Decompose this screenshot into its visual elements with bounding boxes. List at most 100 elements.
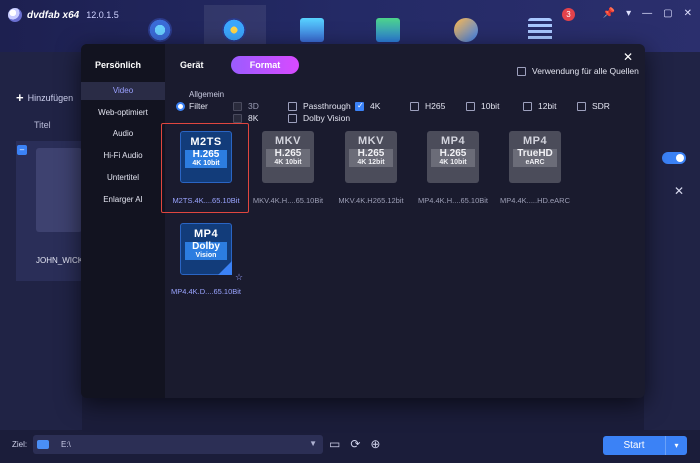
add-button[interactable]: + Hinzufügen [16,90,73,105]
format-container: MKV [275,135,301,147]
sidebar-item-web-optimized[interactable]: Web-optimiert [81,104,165,122]
format-card-mkv-h265-4k-12bit[interactable]: MKV H.265 4K 12bit [345,131,397,183]
filter-radio-button[interactable] [176,101,185,111]
format-spec: 4K 10bit [185,160,227,168]
window-close-icon[interactable]: ✕ [684,8,692,19]
filter-label: Filter [189,101,208,111]
rocket-icon[interactable] [454,18,478,42]
copy-disc-icon[interactable] [148,18,172,42]
apply-all-box[interactable] [517,66,526,76]
add-button-label: Hinzufügen [27,92,74,103]
converter-disc-icon[interactable] [222,18,246,42]
title-column-header: Titel [34,120,51,130]
tab-format[interactable]: Format [231,56,299,74]
source-thumbnail [36,148,82,232]
section-general: Allgemein [189,90,225,99]
format-card-mp4-h265-4k-10bit[interactable]: MP4 H.265 4K 10bit [427,131,479,183]
refresh-icon[interactable]: ⟳ [350,437,360,451]
app-logo: dvdfab x64 12.0.1.5 [8,8,119,22]
option-passthrough-label: Passthrough [303,101,351,111]
folder-icon [37,440,49,449]
format-codec: Dolby [185,242,227,252]
source-toggle[interactable] [662,152,686,164]
profile-dialog: Persönlich Video Web-optimiert Audio Hi-… [81,44,645,398]
corner-tag-icon [218,261,232,275]
apply-all-checkbox[interactable]: Verwendung für alle Quellen [517,66,639,76]
minimize-icon[interactable]: — [642,8,652,19]
option-8k[interactable]: 8K [233,113,258,123]
video-film-icon[interactable] [300,18,324,42]
close-icon[interactable]: ✕ [623,50,633,64]
notification-badge[interactable]: 3 [562,8,575,21]
option-3d-label: 3D [248,101,259,111]
open-folder-icon[interactable]: ▭ [329,437,340,451]
option-8k-label: 8K [248,113,259,123]
format-spec: 4K 10bit [431,159,475,167]
remove-source-icon[interactable]: ✕ [674,184,684,198]
format-label[interactable]: MKV.4K.H265.12bit [328,196,414,205]
option-h265-checkbox[interactable] [410,101,419,111]
option-dolby-vision-label: Dolby Vision [303,113,351,123]
source-checkbox[interactable]: – [17,145,27,155]
format-card-mkv-h265-4k-10bit[interactable]: MKV H.265 4K 10bit [262,131,314,183]
maximize-icon[interactable]: ▢ [663,8,672,19]
target-path-value: E:\ [61,440,71,449]
option-4k-label: 4K [370,101,381,111]
filter-radio[interactable]: Filter [176,101,208,111]
format-container: MP4 [522,135,548,147]
format-label[interactable]: MKV.4K.H....65.10Bit [245,196,331,205]
option-12bit-checkbox[interactable] [523,101,532,111]
start-button-label: Start [623,440,645,451]
start-dropdown-icon[interactable]: ▾ [665,436,687,455]
option-sdr-checkbox[interactable] [577,101,586,111]
task-queue-icon[interactable] [528,18,552,42]
format-card-mp4-truehd-earc[interactable]: MP4 TrueHD eARC [509,131,561,183]
option-dolby-vision[interactable]: Dolby Vision [288,113,350,123]
option-4k-checkbox[interactable] [355,101,364,111]
option-4k[interactable]: 4K [355,101,380,111]
option-10bit[interactable]: 10bit [466,101,499,111]
format-label[interactable]: MP4.4K.H....65.10Bit [410,196,496,205]
option-10bit-checkbox[interactable] [466,101,475,111]
tab-device[interactable]: Gerät [180,60,204,70]
option-8k-checkbox[interactable] [233,113,242,123]
chevron-down-icon[interactable]: ▼ [309,439,317,448]
favorite-star-icon[interactable]: ☆ [235,272,243,283]
source-title: JOHN_WICK [36,256,84,265]
format-spec: 4K 10bit [266,159,310,167]
option-sdr-label: SDR [592,101,610,111]
format-label[interactable]: M2TS.4K....65.10Bit [163,196,249,205]
globe-icon[interactable]: ⊕ [370,437,380,451]
pin-icon[interactable]: 📌 [603,8,615,19]
menu-dropdown-icon[interactable]: ▾ [626,8,631,19]
sidebar-item-video[interactable]: Video [81,82,165,100]
format-spec: Vision [185,252,227,260]
dialog-sidebar: Persönlich Video Web-optimiert Audio Hi-… [81,44,165,398]
logo-icon [8,8,22,22]
format-label[interactable]: MP4.4K.....HD.eARC [492,196,578,205]
option-12bit[interactable]: 12bit [523,101,556,111]
option-12bit-label: 12bit [538,101,557,111]
option-h265[interactable]: H265 [410,101,445,111]
format-spec: 4K 12bit [349,159,393,167]
option-sdr[interactable]: SDR [577,101,610,111]
format-codec: H.265 [266,149,310,159]
creator-film-icon[interactable] [376,18,400,42]
format-codec: H.265 [349,149,393,159]
sidebar-item-audio[interactable]: Audio [81,125,165,143]
option-3d: 3D [233,101,259,111]
plus-icon: + [16,90,24,105]
format-card-m2ts-h265-4k-10bit[interactable]: M2TS H.265 4K 10bit [180,131,232,183]
format-label[interactable]: MP4.4K.D....65.10Bit [163,287,249,296]
sidebar-item-hifi-audio[interactable]: Hi-Fi Audio [81,147,165,165]
format-card-mp4-dolby-vision[interactable]: MP4 Dolby Vision [180,223,232,275]
window-controls: 📌 ▾ — ▢ ✕ [603,8,692,19]
sidebar-item-enlarger-ai[interactable]: Enlarger AI [81,191,165,209]
sidebar-item-subtitles[interactable]: Untertitel [81,169,165,187]
option-passthrough[interactable]: Passthrough [288,101,351,111]
option-dolby-vision-checkbox[interactable] [288,113,297,123]
start-button[interactable]: Start ▾ [603,436,687,455]
target-path-field[interactable]: E:\ ▼ [33,435,323,454]
option-3d-checkbox [233,101,242,111]
option-passthrough-checkbox[interactable] [288,101,297,111]
